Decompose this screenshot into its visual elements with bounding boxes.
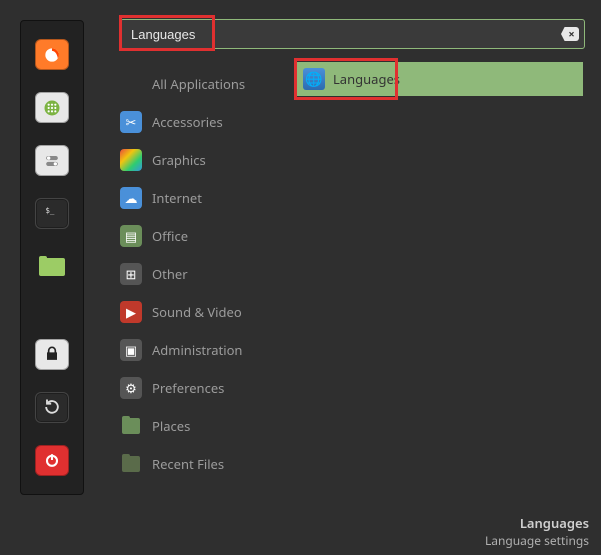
category-all-applications[interactable]: All Applications: [120, 65, 290, 103]
result-label: Languages: [333, 70, 400, 88]
palette-icon: [120, 149, 142, 171]
folder-recent-icon: [120, 453, 142, 475]
category-label: Graphics: [152, 151, 206, 169]
category-list: All Applications ✂ Accessories Graphics …: [120, 65, 290, 483]
status-bar: Languages Language settings: [485, 514, 589, 549]
svg-text:$_: $_: [45, 206, 55, 215]
category-label: Accessories: [152, 113, 223, 131]
search-input[interactable]: [120, 19, 585, 49]
lock-icon[interactable]: [35, 339, 69, 370]
terminal-icon[interactable]: $_: [35, 198, 69, 229]
status-subtitle: Language settings: [485, 532, 589, 549]
category-sound-video[interactable]: ▶ Sound & Video: [120, 293, 290, 331]
scissors-icon: ✂: [120, 111, 142, 133]
admin-icon: ▣: [120, 339, 142, 361]
category-office[interactable]: ▤ Office: [120, 217, 290, 255]
category-label: Preferences: [152, 379, 224, 397]
category-label: Sound & Video: [152, 303, 242, 321]
category-label: Administration: [152, 341, 242, 359]
category-label: All Applications: [152, 75, 245, 93]
category-administration[interactable]: ▣ Administration: [120, 331, 290, 369]
category-recent-files[interactable]: Recent Files: [120, 445, 290, 483]
files-icon[interactable]: [35, 251, 69, 282]
category-graphics[interactable]: Graphics: [120, 141, 290, 179]
category-preferences[interactable]: ⚙ Preferences: [120, 369, 290, 407]
results-list: 🌐 Languages: [295, 62, 583, 96]
settings-toggle-icon[interactable]: [35, 145, 69, 176]
search-clear-button[interactable]: ×: [561, 27, 579, 41]
category-accessories[interactable]: ✂ Accessories: [120, 103, 290, 141]
category-other[interactable]: ⊞ Other: [120, 255, 290, 293]
category-internet[interactable]: ☁ Internet: [120, 179, 290, 217]
globe-icon: 🌐: [303, 68, 325, 90]
firefox-icon[interactable]: [35, 39, 69, 70]
book-icon: ▤: [120, 225, 142, 247]
status-title: Languages: [485, 514, 589, 532]
category-places[interactable]: Places: [120, 407, 290, 445]
category-label: Other: [152, 265, 188, 283]
restart-icon[interactable]: [35, 392, 69, 423]
category-label: Recent Files: [152, 455, 224, 473]
preferences-icon: ⚙: [120, 377, 142, 399]
search-wrapper: ×: [120, 19, 585, 49]
play-icon: ▶: [120, 301, 142, 323]
result-languages[interactable]: 🌐 Languages: [295, 62, 583, 96]
category-label: Internet: [152, 189, 202, 207]
category-label: Places: [152, 417, 190, 435]
cloud-icon: ☁: [120, 187, 142, 209]
folder-icon: [120, 415, 142, 437]
blank-icon: [120, 73, 142, 95]
category-label: Office: [152, 227, 188, 245]
launcher-panel: $_: [20, 20, 84, 495]
grid-icon: ⊞: [120, 263, 142, 285]
power-icon[interactable]: [35, 445, 69, 476]
apps-icon[interactable]: [35, 92, 69, 123]
